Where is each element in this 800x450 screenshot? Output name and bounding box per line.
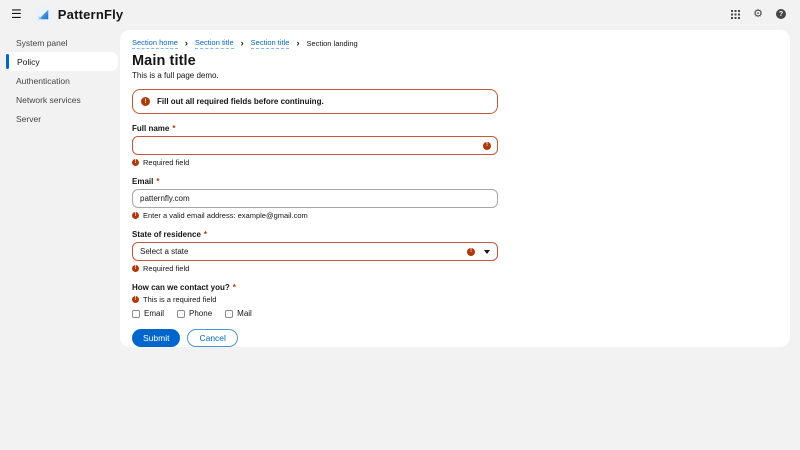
nav-toggle-button[interactable]: ☰ (9, 6, 24, 22)
helper-row: This is a required field (132, 295, 498, 304)
checkbox-email[interactable]: Email (132, 309, 164, 318)
helper-text: Enter a valid email address: example@gma… (143, 211, 308, 220)
patternfly-logo-icon (35, 6, 52, 23)
checkbox-phone[interactable]: Phone (177, 309, 212, 318)
select-indicators (467, 248, 490, 256)
apps-button[interactable] (731, 7, 740, 22)
input-wrapper (132, 136, 498, 155)
checkbox-label: Phone (189, 309, 212, 318)
full-name-input[interactable] (132, 136, 498, 155)
required-indicator: * (204, 230, 207, 239)
exclamation-circle-icon (132, 159, 139, 166)
alert-message: Fill out all required fields before cont… (157, 97, 324, 106)
field-label: State of residence (132, 230, 201, 239)
sidebar-item-server[interactable]: Server (0, 109, 120, 128)
helper-text: Required field (143, 158, 189, 167)
sidebar-item-label: System panel (16, 38, 68, 48)
helper-text: Required field (143, 264, 189, 273)
exclamation-circle-icon (132, 296, 139, 303)
app-root: ☰ PatternFly (0, 0, 800, 450)
chevron-right-icon (185, 39, 188, 48)
checkbox-mail[interactable]: Mail (225, 309, 252, 318)
chevron-right-icon (296, 39, 299, 48)
exclamation-circle-icon (132, 265, 139, 272)
field-group-state: State of residence * Select a state (132, 230, 498, 273)
checkbox-label: Mail (237, 309, 252, 318)
sidebar-item-label: Network services (16, 95, 81, 105)
content-card: Section home Section title Section title… (120, 30, 790, 347)
field-label: Full name (132, 124, 169, 133)
field-label-row: State of residence * (132, 230, 498, 239)
exclamation-circle-icon (467, 248, 475, 256)
masthead-actions: ⚙ ? (731, 7, 786, 22)
sidebar: System panel Policy Authentication Netwo… (0, 28, 120, 450)
field-label-row: Full name * (132, 124, 498, 133)
checkbox-icon[interactable] (132, 310, 140, 318)
sidebar-item-label: Server (16, 114, 41, 124)
field-group-contact: How can we contact you? * This is a requ… (132, 283, 498, 318)
sidebar-item-network-services[interactable]: Network services (0, 90, 120, 109)
select-value: Select a state (140, 247, 188, 256)
field-label-row: Email * (132, 177, 498, 186)
hamburger-icon: ☰ (11, 7, 22, 21)
required-indicator: * (233, 283, 236, 292)
checkbox-group: Email Phone Mail (132, 309, 498, 318)
sidebar-item-authentication[interactable]: Authentication (0, 71, 120, 90)
page-body: System panel Policy Authentication Netwo… (0, 28, 800, 450)
exclamation-circle-icon (132, 212, 139, 219)
masthead: ☰ PatternFly (0, 0, 800, 28)
breadcrumb: Section home Section title Section title… (132, 38, 778, 49)
field-group-email: Email * Enter a valid email address: exa… (132, 177, 498, 220)
breadcrumb-link[interactable]: Section title (251, 38, 290, 49)
settings-button[interactable]: ⚙ (753, 9, 763, 20)
helper-row: Enter a valid email address: example@gma… (132, 211, 498, 220)
sidebar-item-label: Authentication (16, 76, 70, 86)
sidebar-item-system-panel[interactable]: System panel (0, 33, 120, 52)
field-label-row: How can we contact you? * (132, 283, 498, 292)
danger-alert: Fill out all required fields before cont… (132, 89, 498, 114)
checkbox-icon[interactable] (225, 310, 233, 318)
breadcrumb-link[interactable]: Section title (195, 38, 234, 49)
input-wrapper (132, 189, 498, 208)
chevron-right-icon (241, 39, 244, 48)
page-description: This is a full page demo. (132, 71, 778, 80)
required-indicator: * (156, 177, 159, 186)
field-group-full-name: Full name * Required field (132, 124, 498, 167)
gear-icon: ⚙ (753, 9, 763, 20)
checkbox-icon[interactable] (177, 310, 185, 318)
helper-text: This is a required field (143, 295, 216, 304)
breadcrumb-link[interactable]: Section home (132, 38, 178, 49)
brand-name: PatternFly (58, 7, 124, 22)
sidebar-item-policy[interactable]: Policy (6, 52, 118, 71)
page-title: Main title (132, 53, 778, 69)
submit-button[interactable]: Submit (132, 329, 180, 347)
field-label: How can we contact you? (132, 283, 230, 292)
required-indicator: * (172, 124, 175, 133)
helper-row: Required field (132, 264, 498, 273)
sidebar-item-label: Policy (17, 57, 40, 67)
field-label: Email (132, 177, 153, 186)
form-actions: Submit Cancel (132, 329, 498, 347)
checkbox-label: Email (144, 309, 164, 318)
caret-down-icon (484, 250, 490, 254)
breadcrumb-current: Section landing (306, 39, 357, 48)
exclamation-circle-icon (141, 97, 150, 106)
exclamation-circle-icon (483, 142, 491, 150)
main-area: Section home Section title Section title… (120, 28, 800, 450)
state-select[interactable]: Select a state (132, 242, 498, 261)
form: Fill out all required fields before cont… (132, 89, 498, 347)
cancel-button[interactable]: Cancel (187, 329, 237, 347)
question-circle-icon: ? (776, 9, 786, 19)
email-input[interactable] (132, 189, 498, 208)
brand-link[interactable]: PatternFly (35, 6, 124, 23)
help-button[interactable]: ? (776, 9, 786, 19)
grid-icon (731, 7, 740, 22)
helper-row: Required field (132, 158, 498, 167)
